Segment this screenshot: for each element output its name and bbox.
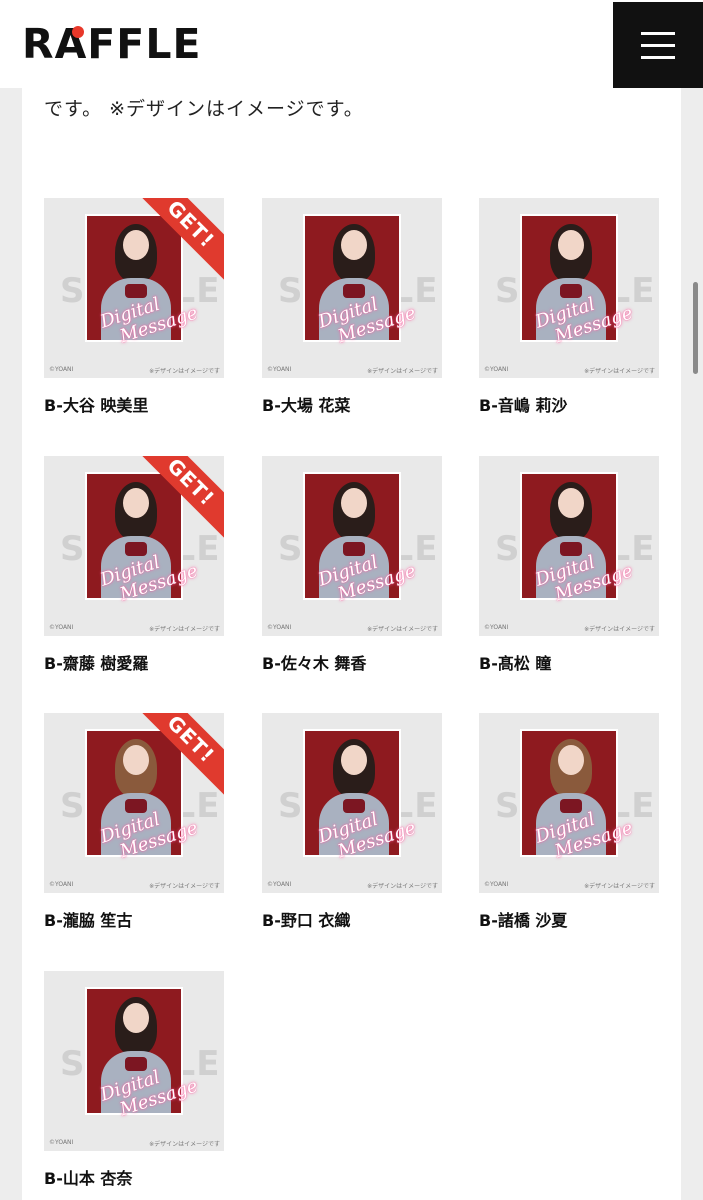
copyright-credit: ©YOANI xyxy=(49,1139,74,1146)
copyright-credit: ©YOANI xyxy=(484,366,509,373)
member-card[interactable]: SAMPLEDigitalMessage©YOANI※デザインはイメージですB-… xyxy=(479,713,659,931)
copyright-credit: ©YOANI xyxy=(49,881,74,888)
photo-face xyxy=(123,488,149,518)
logo-dot-icon xyxy=(72,26,84,38)
member-name: B-諸橋 沙夏 xyxy=(479,911,568,930)
copyright-credit: ©YOANI xyxy=(267,624,292,631)
copyright-credit: ©YOANI xyxy=(49,366,74,373)
card-thumbnail[interactable]: SAMPLEDigitalMessage©YOANI※デザインはイメージです xyxy=(479,713,659,893)
member-card[interactable]: SAMPLEDigitalMessage©YOANI※デザインはイメージですB-… xyxy=(262,713,442,931)
hamburger-icon xyxy=(641,55,675,59)
photo-bow xyxy=(343,799,365,813)
photo-bow xyxy=(125,799,147,813)
design-note: ※デザインはイメージです xyxy=(584,626,655,633)
photo-face xyxy=(558,488,584,518)
photo-bow xyxy=(343,284,365,298)
member-name: B-佐々木 舞香 xyxy=(262,654,367,673)
design-note: ※デザインはイメージです xyxy=(367,368,438,375)
card-thumbnail[interactable]: SAMPLEDigitalMessage©YOANI※デザインはイメージです xyxy=(262,198,442,378)
card-thumbnail[interactable]: SAMPLEDigitalMessage©YOANI※デザインはイメージですGE… xyxy=(44,456,224,636)
menu-button[interactable] xyxy=(613,2,703,88)
copyright-credit: ©YOANI xyxy=(267,366,292,373)
photo-bow xyxy=(125,284,147,298)
card-thumbnail[interactable]: SAMPLEDigitalMessage©YOANI※デザインはイメージです xyxy=(479,456,659,636)
member-name: B-瀧脇 笙古 xyxy=(44,911,133,930)
photo-face xyxy=(558,230,584,260)
intro-text: です。 ※デザインはイメージです。 xyxy=(44,98,364,120)
design-note: ※デザインはイメージです xyxy=(367,883,438,890)
copyright-credit: ©YOANI xyxy=(484,624,509,631)
design-note: ※デザインはイメージです xyxy=(584,883,655,890)
card-thumbnail[interactable]: SAMPLEDigitalMessage©YOANI※デザインはイメージです xyxy=(262,456,442,636)
copyright-credit: ©YOANI xyxy=(267,881,292,888)
logo-text: RAFFLE xyxy=(22,20,202,68)
card-thumbnail[interactable]: SAMPLEDigitalMessage©YOANI※デザインはイメージです xyxy=(44,971,224,1151)
member-card[interactable]: SAMPLEDigitalMessage©YOANI※デザインはイメージですGE… xyxy=(44,198,224,416)
member-name: B-大谷 映美里 xyxy=(44,396,149,415)
design-note: ※デザインはイメージです xyxy=(149,883,220,890)
member-card[interactable]: SAMPLEDigitalMessage©YOANI※デザインはイメージですB-… xyxy=(479,456,659,674)
member-card[interactable]: SAMPLEDigitalMessage©YOANI※デザインはイメージですB-… xyxy=(479,198,659,416)
photo-face xyxy=(341,230,367,260)
photo-bow xyxy=(125,1057,147,1071)
card-thumbnail[interactable]: SAMPLEDigitalMessage©YOANI※デザインはイメージですGE… xyxy=(44,713,224,893)
member-name: B-齋藤 樹愛羅 xyxy=(44,654,149,673)
photo-face xyxy=(123,1003,149,1033)
member-card[interactable]: SAMPLEDigitalMessage©YOANI※デザインはイメージですB-… xyxy=(44,971,224,1189)
hamburger-icon xyxy=(641,43,675,47)
card-thumbnail[interactable]: SAMPLEDigitalMessage©YOANI※デザインはイメージです xyxy=(479,198,659,378)
scrollbar[interactable] xyxy=(693,282,698,374)
photo-face xyxy=(341,745,367,775)
photo-face xyxy=(341,488,367,518)
member-name: B-大場 花菜 xyxy=(262,396,351,415)
site-header: RAFFLE xyxy=(0,0,703,88)
design-note: ※デザインはイメージです xyxy=(149,1141,220,1148)
member-card[interactable]: SAMPLEDigitalMessage©YOANI※デザインはイメージですGE… xyxy=(44,456,224,674)
design-note: ※デザインはイメージです xyxy=(149,626,220,633)
photo-bow xyxy=(125,542,147,556)
member-name: B-野口 衣織 xyxy=(262,911,351,930)
member-card[interactable]: SAMPLEDigitalMessage©YOANI※デザインはイメージですB-… xyxy=(262,198,442,416)
card-thumbnail[interactable]: SAMPLEDigitalMessage©YOANI※デザインはイメージです xyxy=(262,713,442,893)
member-name: B-音嶋 莉沙 xyxy=(479,396,568,415)
member-name: B-髙松 瞳 xyxy=(479,654,552,673)
photo-bow xyxy=(560,542,582,556)
design-note: ※デザインはイメージです xyxy=(367,626,438,633)
raffle-logo[interactable]: RAFFLE xyxy=(22,22,201,66)
design-note: ※デザインはイメージです xyxy=(149,368,220,375)
hamburger-icon xyxy=(641,31,675,35)
member-name: B-山本 杏奈 xyxy=(44,1169,133,1188)
photo-face xyxy=(123,230,149,260)
member-card[interactable]: SAMPLEDigitalMessage©YOANI※デザインはイメージですB-… xyxy=(262,456,442,674)
photo-bow xyxy=(343,542,365,556)
member-card[interactable]: SAMPLEDigitalMessage©YOANI※デザインはイメージですGE… xyxy=(44,713,224,931)
photo-face xyxy=(123,745,149,775)
design-note: ※デザインはイメージです xyxy=(584,368,655,375)
copyright-credit: ©YOANI xyxy=(49,624,74,631)
card-thumbnail[interactable]: SAMPLEDigitalMessage©YOANI※デザインはイメージですGE… xyxy=(44,198,224,378)
photo-bow xyxy=(560,284,582,298)
photo-bow xyxy=(560,799,582,813)
photo-face xyxy=(558,745,584,775)
copyright-credit: ©YOANI xyxy=(484,881,509,888)
